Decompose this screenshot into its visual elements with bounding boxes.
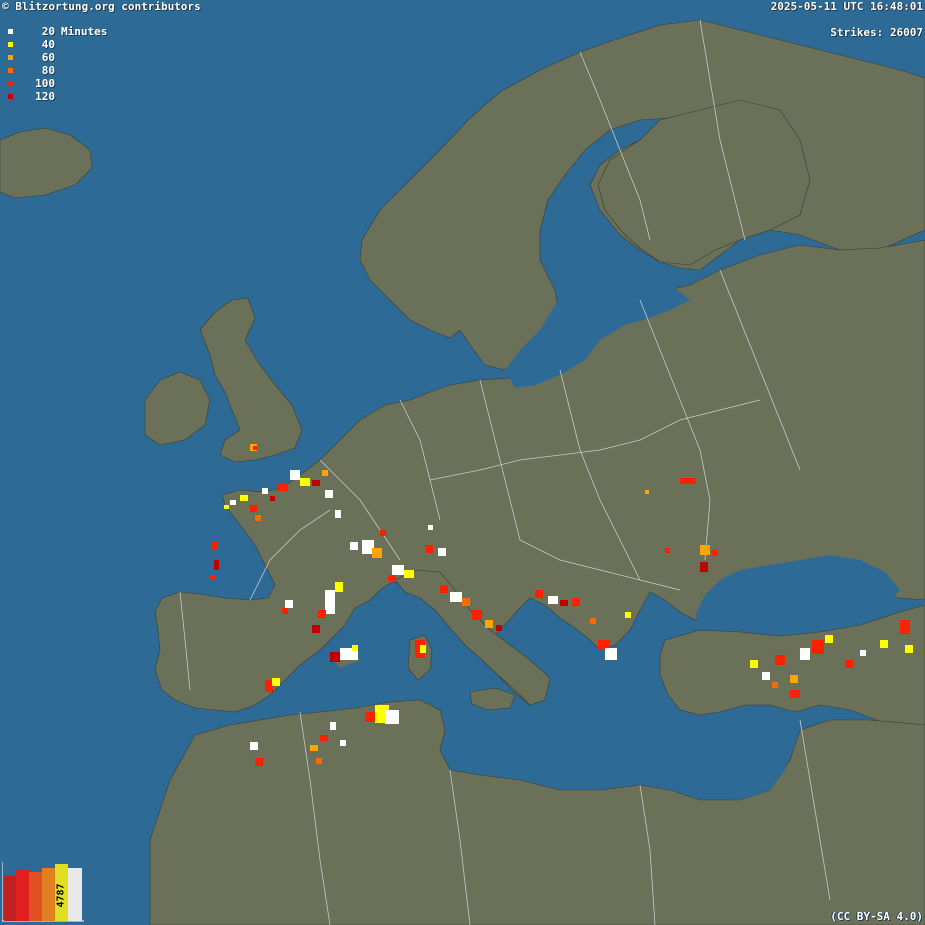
strikes-count: Strikes: 26007 xyxy=(830,26,923,39)
legend-row: 20 Minutes xyxy=(8,25,107,38)
license-text: (CC BY-SA 4.0) xyxy=(830,910,923,923)
legend-swatch xyxy=(8,81,13,86)
legend-unit: Minutes xyxy=(61,25,108,38)
strike-histogram xyxy=(2,862,84,922)
legend-row: 120 xyxy=(8,90,107,103)
legend-row: 80 xyxy=(8,64,107,77)
legend-label: 100 xyxy=(35,77,55,90)
legend-swatch xyxy=(8,68,13,73)
strike-cluster-uk xyxy=(250,444,257,451)
lightning-map[interactable] xyxy=(0,0,925,925)
age-legend: 20 Minutes 40 60 80 100 120 xyxy=(8,25,107,103)
legend-label: 120 xyxy=(35,90,55,103)
legend-label: 80 xyxy=(41,64,55,77)
legend-row: 60 xyxy=(8,51,107,64)
legend-label: 40 xyxy=(41,38,55,51)
histogram-bar xyxy=(68,868,82,921)
legend-label: 60 xyxy=(41,51,55,64)
copyright-text: © Blitzortung.org contributors xyxy=(2,0,201,13)
histogram-bar xyxy=(42,868,55,921)
histogram-bar xyxy=(29,872,42,921)
legend-row: 100 xyxy=(8,77,107,90)
timestamp-text: 2025-05-11 UTC 16:48:01 xyxy=(770,0,923,13)
legend-label: 20 xyxy=(41,25,55,38)
histogram-count-label: 4787 xyxy=(56,872,67,918)
legend-swatch xyxy=(8,29,13,34)
histogram-bar xyxy=(4,876,16,921)
histogram-count: 4787 xyxy=(56,882,67,908)
legend-swatch xyxy=(8,94,13,99)
legend-swatch xyxy=(8,42,13,47)
legend-swatch xyxy=(8,55,13,60)
histogram-bar xyxy=(16,870,29,921)
legend-row: 40 xyxy=(8,38,107,51)
